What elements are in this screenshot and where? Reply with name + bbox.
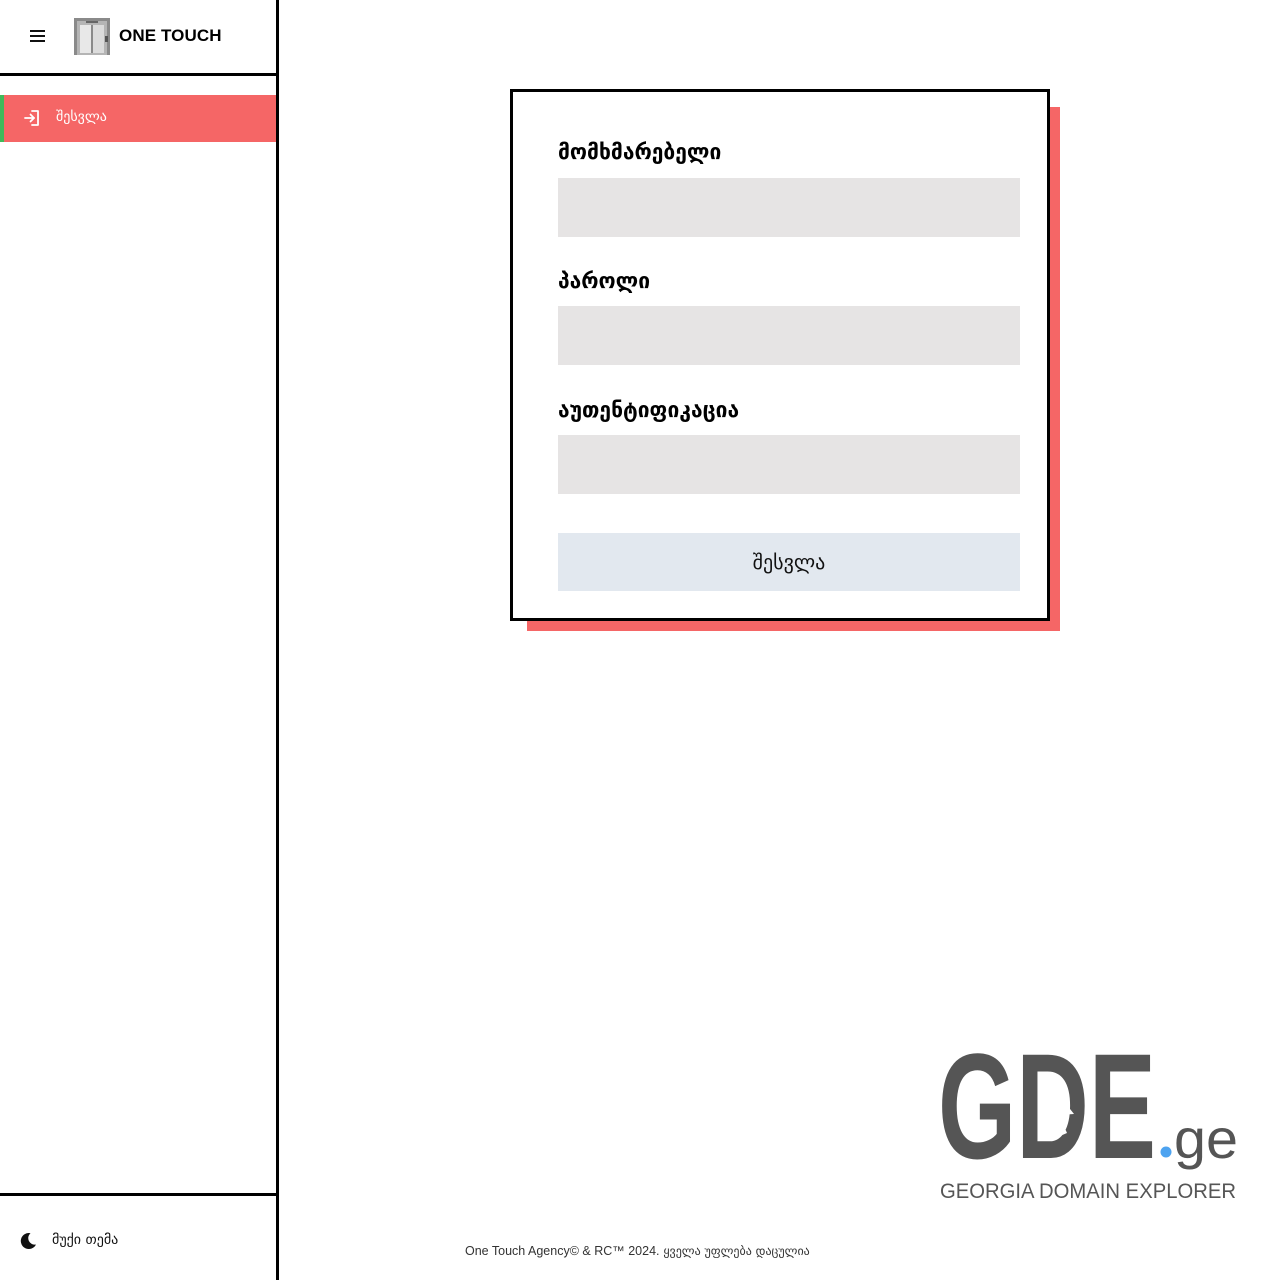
login-submit-button[interactable]: შესვლა: [558, 533, 1020, 591]
sidebar: ONE TOUCH შესვლა მუქი თემა: [0, 0, 279, 1280]
logo-dot: [1160, 1146, 1172, 1158]
moon-icon: [20, 1233, 36, 1250]
login-icon: [24, 110, 39, 126]
brand-name[interactable]: ONE TOUCH: [119, 26, 222, 46]
footer-copyright-latin: One Touch Agency© & RC™ 2024.: [465, 1244, 660, 1258]
dark-theme-label: მუქი თემა: [52, 1232, 119, 1248]
hamburger-menu-icon[interactable]: [30, 30, 45, 42]
username-input[interactable]: [558, 178, 1020, 237]
gde-tagline: GEORGIA DOMAIN EXPLORER: [940, 1179, 1236, 1203]
footer-rights: ყველა უფლება დაცულია: [663, 1244, 810, 1258]
sidebar-footer: მუქი თემა: [0, 1193, 276, 1283]
authentication-input[interactable]: [558, 435, 1020, 494]
elevator-logo-icon: [74, 18, 110, 55]
username-label: მომხმარებელი: [558, 140, 722, 164]
password-input[interactable]: [558, 306, 1020, 365]
login-form: მომხმარებელი პაროლი აუთენტიფიკაცია შესვლ…: [510, 89, 1050, 621]
password-label: პაროლი: [558, 269, 651, 293]
sidebar-header: ONE TOUCH: [0, 0, 276, 76]
gde-logo[interactable]: GDE ge GEORGIA DOMAIN EXPLORER: [934, 1030, 1244, 1205]
authentication-label: აუთენტიფიკაცია: [558, 398, 740, 422]
footer-copyright: One Touch Agency© & RC™ 2024. ყველა უფლე…: [465, 1244, 810, 1258]
sidebar-item-label: შესვლა: [56, 109, 107, 125]
gde-domain-suffix: ge: [1174, 1107, 1238, 1170]
sidebar-item-login[interactable]: შესვლა: [0, 95, 276, 142]
